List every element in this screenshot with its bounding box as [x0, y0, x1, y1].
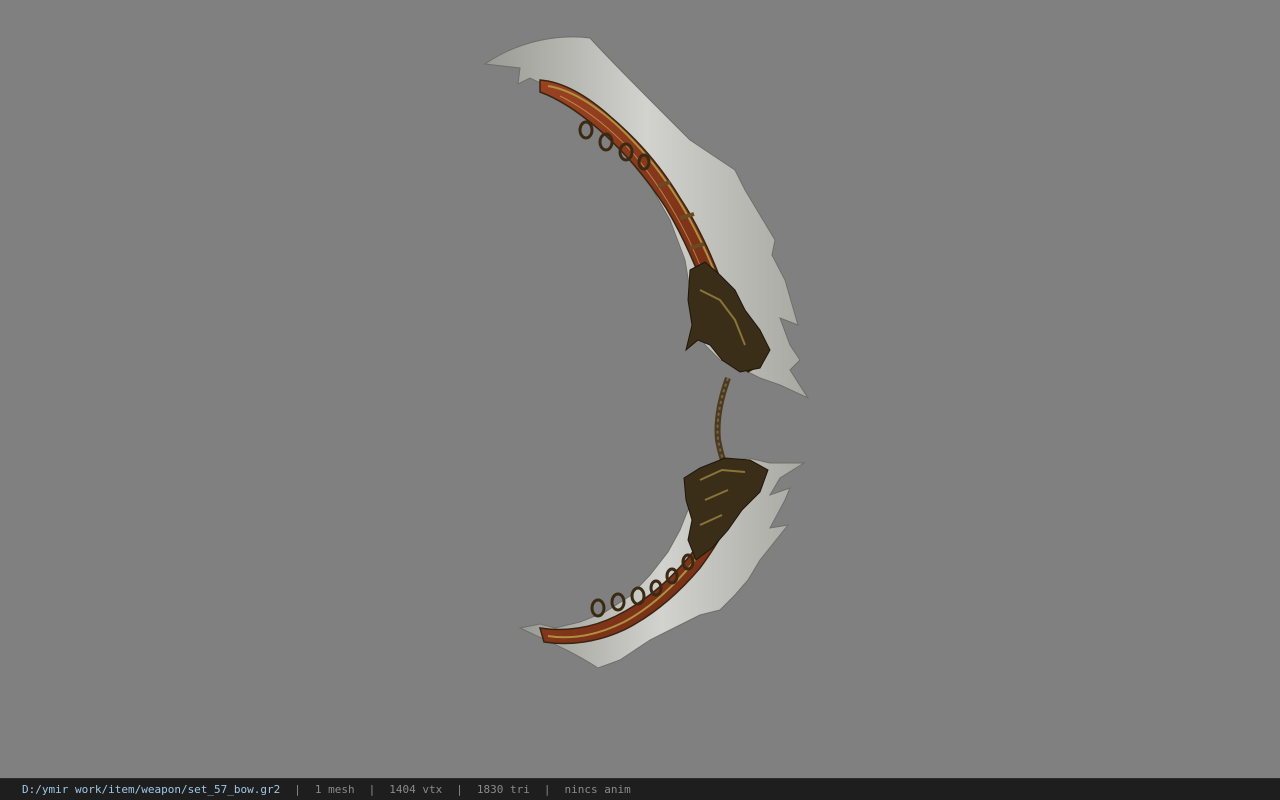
status-separator: |: [294, 783, 301, 796]
upper-limb: [483, 36, 810, 400]
3d-viewport[interactable]: [0, 0, 1280, 778]
bow-model: [483, 36, 810, 669]
status-separator: |: [543, 783, 551, 796]
mesh-count: 1 mesh: [314, 783, 355, 796]
vertex-count: 1404 vtx: [389, 783, 443, 796]
status-bar: D:/ymir work/item/weapon/set_57_bow.gr2 …: [0, 778, 1280, 800]
animation-status: nincs anim: [564, 783, 631, 796]
bow-grip: [714, 376, 731, 464]
status-separator: |: [456, 783, 463, 796]
triangle-count: 1830 tri: [476, 783, 530, 796]
status-separator: |: [368, 783, 376, 796]
file-path: D:/ymir work/item/weapon/set_57_bow.gr2: [22, 783, 281, 796]
lower-limb: [518, 457, 806, 669]
